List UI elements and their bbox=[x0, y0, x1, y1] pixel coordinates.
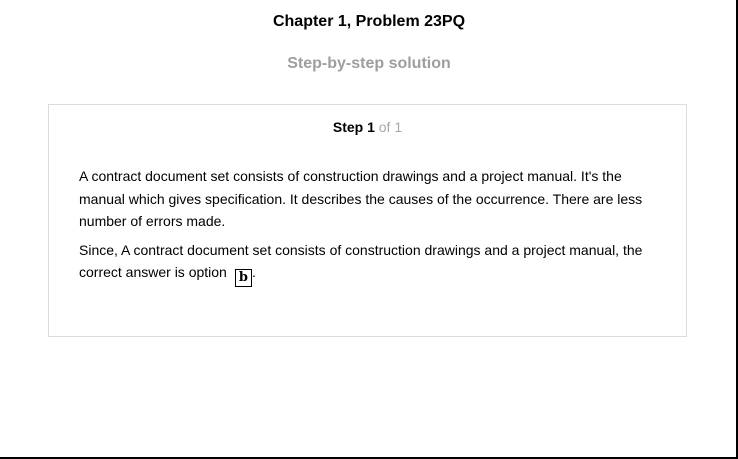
conclusion-period: . bbox=[251, 264, 256, 280]
solution-subtitle: Step-by-step solution bbox=[287, 55, 451, 72]
solution-conclusion: Since, A contract document set consists … bbox=[79, 239, 664, 287]
step-label: Step 1 bbox=[332, 119, 375, 135]
step-count: of 1 bbox=[378, 119, 403, 135]
solution-card: Step 1 of 1 A contract document set cons… bbox=[48, 104, 687, 337]
problem-title: Chapter 1, Problem 23PQ bbox=[272, 13, 466, 30]
conclusion-text: Since, A contract document set consists … bbox=[79, 241, 643, 281]
step-header: Step 1 of 1 bbox=[49, 118, 686, 136]
answer-option-box: b bbox=[234, 269, 252, 287]
solution-body: A contract document set consists of cons… bbox=[79, 165, 664, 293]
solution-paragraph: A contract document set consists of cons… bbox=[79, 168, 643, 229]
